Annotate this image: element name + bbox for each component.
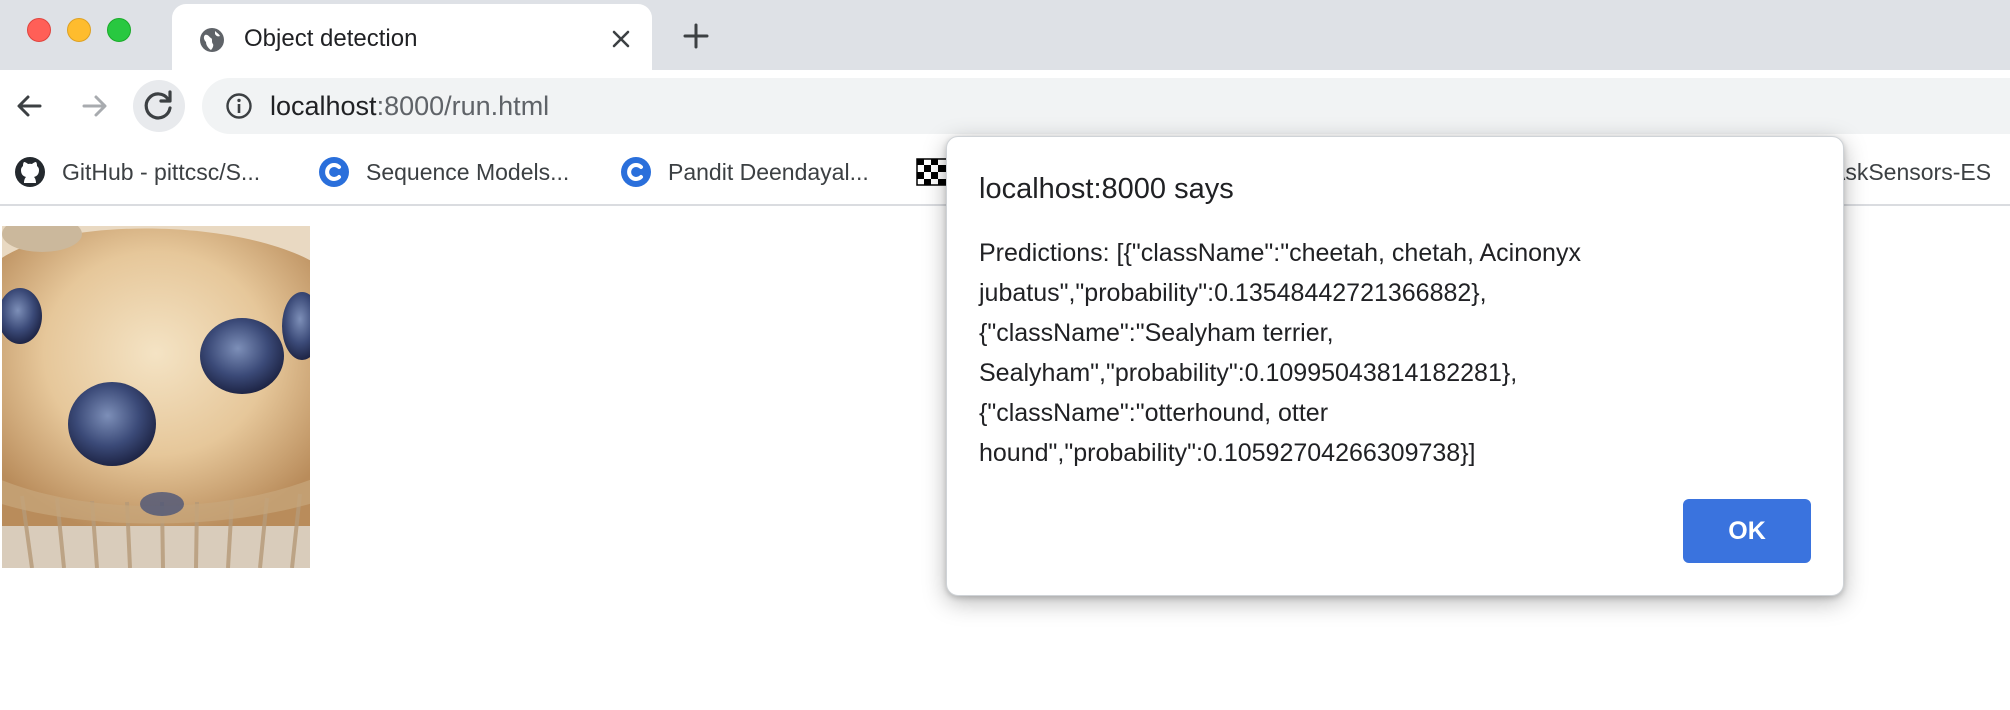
coursera-icon	[621, 157, 651, 187]
alert-dialog: localhost:8000 says Predictions: [{"clas…	[946, 136, 1844, 596]
globe-icon	[200, 28, 224, 52]
minimize-window-button[interactable]	[67, 18, 91, 42]
ok-button[interactable]: OK	[1683, 499, 1811, 563]
dialog-message-line: {"className":"Sealyham terrier,	[979, 319, 1334, 347]
bookmark-github[interactable]: GitHub - pittcsc/S...	[14, 154, 260, 190]
url-host: localhost	[270, 91, 377, 121]
tab-object-detection[interactable]: Object detection	[172, 4, 652, 70]
forward-arrow-icon[interactable]	[72, 84, 116, 128]
reload-icon	[144, 90, 172, 120]
back-arrow-icon[interactable]	[8, 84, 52, 128]
tab-strip: Object detection	[0, 0, 2010, 70]
address-bar[interactable]: localhost:8000/run.html	[202, 78, 2010, 134]
tab-title: Object detection	[244, 25, 418, 52]
dialog-message-line: Sealyham","probability":0.10995043814182…	[979, 359, 1518, 387]
dialog-message-line: hound","probability":0.10592704266309738…	[979, 439, 1476, 467]
close-tab-icon[interactable]	[606, 24, 636, 54]
url-text: localhost:8000/run.html	[270, 91, 549, 122]
close-window-button[interactable]	[27, 18, 51, 42]
muffin-photo	[2, 226, 310, 568]
bookmark-asksensors[interactable]: AskSensors-ES	[1830, 154, 1991, 190]
url-path: :8000/run.html	[376, 91, 550, 121]
dialog-title: localhost:8000 says	[979, 173, 1234, 205]
browser-toolbar: localhost:8000/run.html	[0, 70, 2010, 142]
bookmark-label: GitHub - pittcsc/S...	[62, 158, 261, 185]
bookmark-sequence-models[interactable]: Sequence Models...	[318, 154, 569, 190]
reload-button[interactable]	[133, 80, 185, 132]
new-tab-icon[interactable]	[680, 20, 712, 52]
bookmark-label: AskSensors-ES	[1830, 158, 1992, 185]
github-icon	[15, 157, 45, 187]
dialog-message: Predictions: [{"className":"cheetah, che…	[979, 233, 1739, 473]
bookmark-label: Pandit Deendayal...	[668, 158, 869, 185]
info-icon[interactable]	[224, 91, 254, 121]
coursera-icon	[319, 157, 349, 187]
bookmark-label: Sequence Models...	[366, 158, 570, 185]
grid-icon	[916, 158, 948, 186]
maximize-window-button[interactable]	[107, 18, 131, 42]
dialog-message-line: Predictions: [{"className":"cheetah, che…	[979, 239, 1581, 267]
bookmark-pandit-deendayal[interactable]: Pandit Deendayal...	[620, 154, 869, 190]
dialog-message-line: jubatus","probability":0.135484427213668…	[979, 279, 1487, 307]
dialog-message-line: {"className":"otterhound, otter	[979, 399, 1329, 427]
